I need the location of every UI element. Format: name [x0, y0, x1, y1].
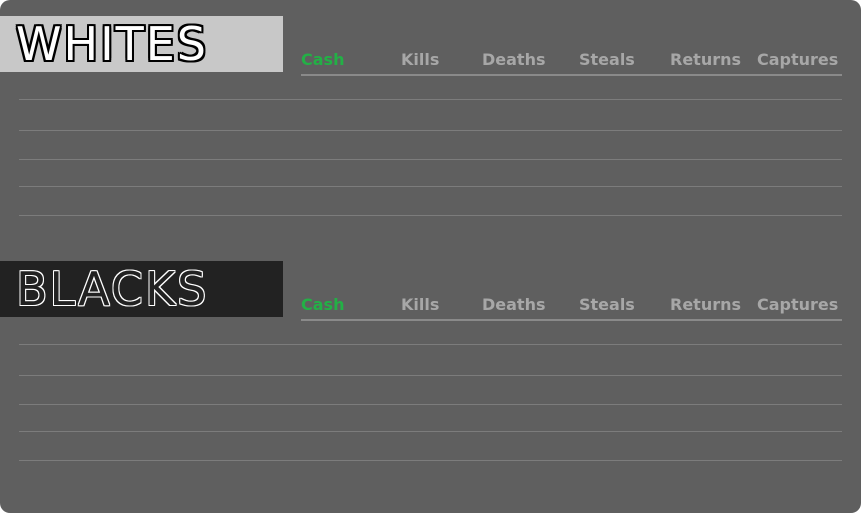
team-banner-blacks: BLACKS — [0, 261, 283, 317]
column-header-captures[interactable]: Captures — [757, 50, 838, 69]
team-name-whites: WHITES — [16, 17, 209, 71]
column-header-captures[interactable]: Captures — [757, 295, 838, 314]
score-header-row: Cash Kills Deaths Steals Returns Capture… — [301, 50, 842, 76]
column-header-cash[interactable]: Cash — [301, 295, 344, 314]
column-header-kills[interactable]: Kills — [401, 50, 439, 69]
player-row-divider — [19, 159, 842, 160]
column-header-returns[interactable]: Returns — [670, 50, 741, 69]
player-row-divider — [19, 344, 842, 345]
player-row-divider — [19, 215, 842, 216]
team-name-blacks: BLACKS — [16, 262, 209, 316]
column-header-deaths[interactable]: Deaths — [482, 50, 546, 69]
player-row-divider — [19, 99, 842, 100]
player-row-divider — [19, 460, 842, 461]
player-row-divider — [19, 186, 842, 187]
team-section-blacks: BLACKS Cash Kills Deaths Steals Returns … — [0, 261, 861, 491]
column-header-returns[interactable]: Returns — [670, 295, 741, 314]
score-header-row: Cash Kills Deaths Steals Returns Capture… — [301, 295, 842, 321]
column-header-steals[interactable]: Steals — [579, 50, 635, 69]
column-header-deaths[interactable]: Deaths — [482, 295, 546, 314]
player-row-divider — [19, 404, 842, 405]
player-row-divider — [19, 375, 842, 376]
column-header-cash[interactable]: Cash — [301, 50, 344, 69]
player-row-divider — [19, 130, 842, 131]
column-header-steals[interactable]: Steals — [579, 295, 635, 314]
team-section-whites: WHITES Cash Kills Deaths Steals Returns … — [0, 16, 861, 246]
column-header-kills[interactable]: Kills — [401, 295, 439, 314]
scoreboard-panel: WHITES Cash Kills Deaths Steals Returns … — [0, 0, 861, 513]
player-row-divider — [19, 431, 842, 432]
team-banner-whites: WHITES — [0, 16, 283, 72]
